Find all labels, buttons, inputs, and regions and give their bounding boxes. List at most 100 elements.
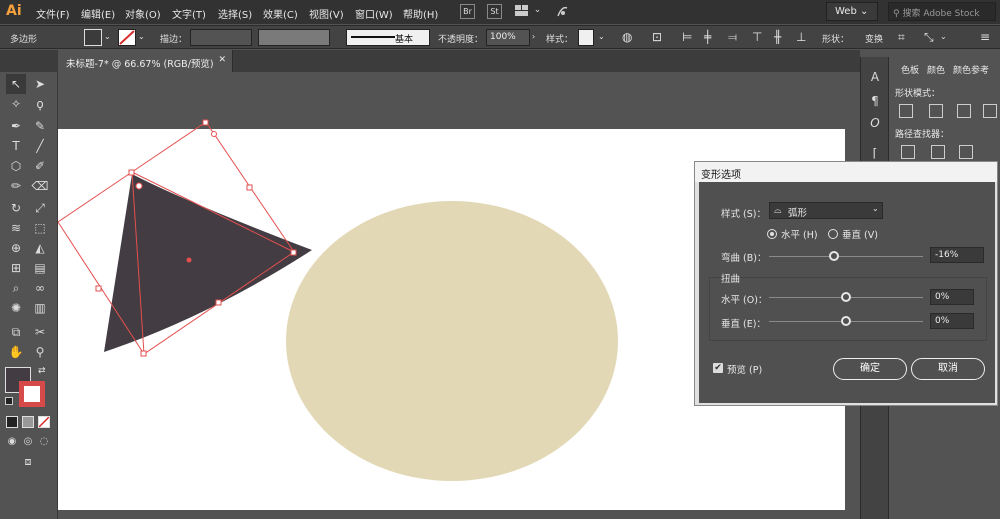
tab-swatches[interactable]: 色板 [901, 63, 919, 76]
horizontal-radio[interactable] [767, 229, 777, 239]
perspective-grid-tool-icon[interactable]: ◭ [30, 238, 50, 258]
pen-tool-icon[interactable]: ✒ [6, 116, 26, 136]
align-left-icon[interactable]: ⊨ [682, 30, 692, 44]
shape-label[interactable]: 形状： [822, 32, 849, 45]
menu-type[interactable]: 文字(T) [172, 6, 206, 21]
exclude-icon[interactable] [983, 104, 997, 118]
transform-panel-icon[interactable]: ⌈ [865, 143, 885, 163]
warp-style-select[interactable]: ⌓ 弧形 ⌄ [769, 202, 883, 219]
magic-wand-tool-icon[interactable]: ✧ [6, 94, 26, 114]
isolate-icon[interactable]: ⌗ [898, 30, 905, 45]
align-bottom-icon[interactable]: ⊥ [796, 30, 806, 44]
gradient-tool-icon[interactable]: ▤ [30, 258, 50, 278]
artboard-tool-icon[interactable]: ⧉ [6, 322, 26, 342]
cancel-button[interactable]: 取消 [911, 358, 985, 380]
color-mode-icon[interactable] [6, 416, 18, 428]
menu-help[interactable]: 帮助(H) [403, 6, 438, 21]
minus-front-icon[interactable] [929, 104, 943, 118]
eraser-tool-icon[interactable]: ⌫ [30, 176, 50, 196]
symbol-sprayer-tool-icon[interactable]: ✺ [6, 298, 26, 318]
vertical-radio[interactable] [828, 229, 838, 239]
vertical-distortion-field[interactable]: 0% [930, 313, 974, 329]
opentype-panel-icon[interactable]: O [865, 113, 885, 133]
menu-effect[interactable]: 效果(C) [263, 6, 298, 21]
tab-color-guide[interactable]: 颜色参考 [953, 63, 989, 76]
divide-icon[interactable] [901, 145, 915, 159]
stroke-color-icon[interactable] [19, 381, 45, 407]
puppet-warp-icon[interactable]: ⤡ [924, 30, 934, 45]
paragraph-panel-icon[interactable]: ¶ [865, 91, 885, 111]
preview-checkbox[interactable]: ✔ [713, 363, 723, 373]
hand-tool-icon[interactable]: ✋ [6, 342, 26, 362]
chevron-right-icon[interactable]: › [532, 32, 535, 41]
slice-tool-icon[interactable]: ✂ [30, 322, 50, 342]
rotate-tool-icon[interactable]: ↻ [6, 198, 26, 218]
eyedropper-tool-icon[interactable]: ⌕ [6, 278, 26, 298]
close-icon[interactable]: ✕ [218, 55, 226, 65]
blend-tool-icon[interactable]: ∞ [30, 278, 50, 298]
chevron-down-icon[interactable]: ⌄ [530, 4, 545, 19]
draw-inside-icon[interactable]: ◌ [34, 432, 54, 452]
stroke-swatch[interactable] [118, 29, 136, 46]
dialog-title[interactable]: 变形选项 [695, 162, 997, 182]
unite-icon[interactable] [899, 104, 913, 118]
screen-mode-icon[interactable]: ⧈ [18, 452, 38, 472]
ellipse-shape[interactable] [286, 201, 618, 481]
document-tab[interactable]: 未标题-7* @ 66.67% (RGB/预览) ✕ [58, 50, 233, 72]
menu-edit[interactable]: 编辑(E) [81, 6, 115, 21]
workspace-switcher[interactable]: Web ⌄ [826, 2, 878, 21]
transform-link[interactable]: 变换 [865, 32, 883, 45]
variable-width-profile[interactable] [258, 29, 330, 46]
paintbrush-tool-icon[interactable]: ✐ [30, 156, 50, 176]
align-middle-icon[interactable]: ╫ [774, 30, 781, 44]
polygon-tool-icon[interactable]: ⬡ [6, 156, 26, 176]
graph-tool-icon[interactable]: ▥ [30, 298, 50, 318]
opacity-field[interactable]: 100% [486, 29, 530, 46]
type-tool-icon[interactable]: T [6, 136, 26, 156]
brush-definition[interactable]: 基本 [346, 29, 430, 46]
warped-polygon-shape[interactable] [104, 174, 312, 352]
selection-tool-icon[interactable]: ↖ [6, 74, 26, 94]
panel-menu-icon[interactable]: ≡ [980, 30, 990, 44]
align-to-icon[interactable]: ⊡ [652, 30, 662, 44]
chevron-down-icon[interactable]: ⌄ [138, 32, 145, 41]
recolor-artwork-icon[interactable]: ◍ [622, 30, 632, 44]
fill-swatch[interactable] [84, 29, 102, 46]
zoom-tool-icon[interactable]: ⚲ [30, 342, 50, 362]
ok-button[interactable]: 确定 [833, 358, 907, 380]
gradient-mode-icon[interactable] [22, 416, 34, 428]
menu-file[interactable]: 文件(F) [36, 6, 70, 21]
align-top-icon[interactable]: ⊤ [752, 30, 762, 44]
bend-slider-track[interactable] [769, 256, 923, 257]
horizontal-distortion-knob[interactable] [841, 292, 851, 302]
lasso-tool-icon[interactable]: ϙ [30, 94, 50, 114]
tab-color[interactable]: 颜色 [927, 63, 945, 76]
graphic-style-swatch[interactable] [578, 29, 594, 46]
curvature-tool-icon[interactable]: ✎ [30, 116, 50, 136]
vertical-distortion-knob[interactable] [841, 316, 851, 326]
menu-object[interactable]: 对象(O) [125, 6, 161, 21]
arrange-documents-icon[interactable] [514, 4, 529, 19]
stock-search-input[interactable]: ⚲ 搜索 Adobe Stock [888, 2, 996, 21]
menu-select[interactable]: 选择(S) [218, 6, 252, 21]
merge-icon[interactable] [959, 145, 973, 159]
horizontal-radio-label[interactable]: 水平 (H) [781, 227, 818, 241]
direct-selection-tool-icon[interactable]: ➤ [30, 74, 50, 94]
stock-icon[interactable]: St [487, 4, 502, 19]
chevron-down-icon[interactable]: ⌄ [598, 32, 605, 41]
mesh-tool-icon[interactable]: ⊞ [6, 258, 26, 278]
character-panel-icon[interactable]: A [865, 67, 885, 87]
preview-label[interactable]: 预览 (P) [727, 362, 762, 376]
menu-view[interactable]: 视图(V) [309, 6, 344, 21]
stroke-weight-field[interactable] [190, 29, 252, 46]
warp-tool-icon[interactable]: ≋ [6, 218, 26, 238]
pencil-tool-icon[interactable]: ✏ [6, 176, 26, 196]
bend-value-field[interactable]: -16% [930, 247, 984, 263]
default-colors-icon[interactable] [5, 397, 13, 405]
vertical-radio-label[interactable]: 垂直 (V) [842, 227, 878, 241]
trim-icon[interactable] [931, 145, 945, 159]
menu-window[interactable]: 窗口(W) [355, 6, 393, 21]
chevron-down-icon[interactable]: ⌄ [940, 32, 947, 41]
shape-builder-tool-icon[interactable]: ⊕ [6, 238, 26, 258]
chevron-down-icon[interactable]: ⌄ [104, 32, 111, 41]
